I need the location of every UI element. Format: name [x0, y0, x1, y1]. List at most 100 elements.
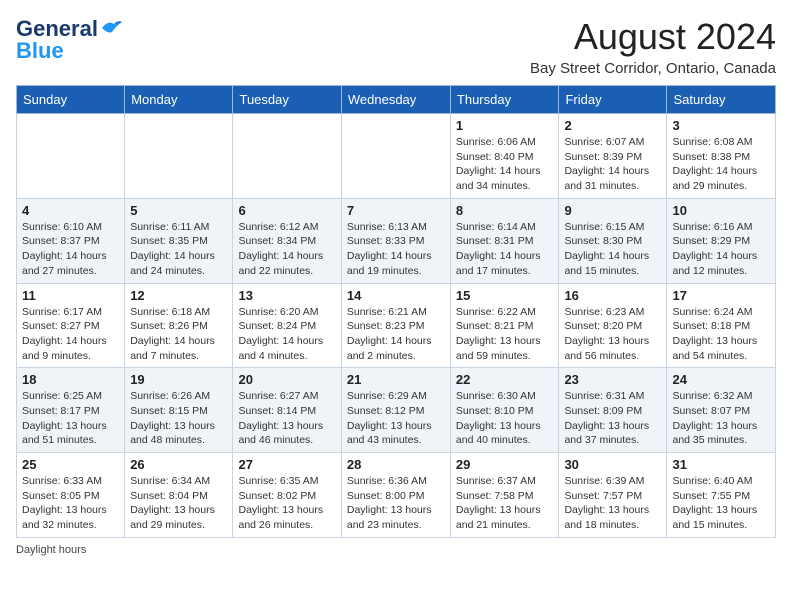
day-number: 19: [130, 372, 227, 387]
day-info: Sunrise: 6:24 AM Sunset: 8:18 PM Dayligh…: [672, 305, 770, 364]
logo-blue-text: Blue: [16, 38, 64, 64]
table-row: 13 Sunrise: 6:20 AM Sunset: 8:24 PM Dayli…: [233, 283, 341, 368]
calendar-title-block: August 2024 Bay Street Corridor, Ontario…: [530, 16, 776, 77]
table-row: 16 Sunrise: 6:23 AM Sunset: 8:20 PM Dayli…: [559, 283, 667, 368]
table-row: 15 Sunrise: 6:22 AM Sunset: 8:21 PM Dayli…: [450, 283, 559, 368]
col-monday: Monday: [125, 86, 233, 114]
day-info: Sunrise: 6:29 AM Sunset: 8:12 PM Dayligh…: [347, 389, 445, 448]
table-row: 24 Sunrise: 6:32 AM Sunset: 8:07 PM Dayli…: [667, 368, 776, 453]
day-number: 24: [672, 372, 770, 387]
table-row: 21Sunrise: 6:29 AM Sunset: 8:12 PM Dayli…: [341, 368, 450, 453]
day-info: Sunrise: 6:33 AM Sunset: 8:05 PM Dayligh…: [22, 474, 119, 533]
calendar-table: Sunday Monday Tuesday Wednesday Thursday…: [16, 85, 776, 538]
day-info: Sunrise: 6:25 AM Sunset: 8:17 PM Dayligh…: [22, 389, 119, 448]
table-row: 7Sunrise: 6:13 AM Sunset: 8:33 PM Daylig…: [341, 198, 450, 283]
day-number: 31: [672, 457, 770, 472]
day-info: Sunrise: 6:37 AM Sunset: 7:58 PM Dayligh…: [456, 474, 554, 533]
table-row: 2 Sunrise: 6:07 AM Sunset: 8:39 PM Daylig…: [559, 114, 667, 199]
table-row: [125, 114, 233, 199]
day-number: 25: [22, 457, 119, 472]
day-number: 7: [347, 203, 445, 218]
day-number: 5: [130, 203, 227, 218]
table-row: 18 Sunrise: 6:25 AM Sunset: 8:17 PM Dayli…: [17, 368, 125, 453]
day-info: Sunrise: 6:26 AM Sunset: 8:15 PM Dayligh…: [130, 389, 227, 448]
day-info: Sunrise: 6:35 AM Sunset: 8:02 PM Dayligh…: [238, 474, 335, 533]
table-row: 3 Sunrise: 6:08 AM Sunset: 8:38 PM Daylig…: [667, 114, 776, 199]
day-number: 14: [347, 288, 445, 303]
day-info: Sunrise: 6:07 AM Sunset: 8:39 PM Dayligh…: [564, 135, 661, 194]
page-header: General Blue August 2024 Bay Street Corr…: [16, 16, 776, 77]
day-number: 8: [456, 203, 554, 218]
table-row: 1 Sunrise: 6:06 AM Sunset: 8:40 PM Daylig…: [450, 114, 559, 199]
table-row: 25 Sunrise: 6:33 AM Sunset: 8:05 PM Dayli…: [17, 453, 125, 538]
day-info: Sunrise: 6:31 AM Sunset: 8:09 PM Dayligh…: [564, 389, 661, 448]
day-info: Sunrise: 6:30 AM Sunset: 8:10 PM Dayligh…: [456, 389, 554, 448]
day-info: Sunrise: 6:12 AM Sunset: 8:34 PM Dayligh…: [238, 220, 335, 279]
table-row: 20 Sunrise: 6:27 AM Sunset: 8:14 PM Dayli…: [233, 368, 341, 453]
day-info: Sunrise: 6:32 AM Sunset: 8:07 PM Dayligh…: [672, 389, 770, 448]
table-row: 30 Sunrise: 6:39 AM Sunset: 7:57 PM Dayli…: [559, 453, 667, 538]
day-info: Sunrise: 6:22 AM Sunset: 8:21 PM Dayligh…: [456, 305, 554, 364]
calendar-subtitle: Bay Street Corridor, Ontario, Canada: [530, 60, 776, 77]
day-number: 6: [238, 203, 335, 218]
day-number: 22: [456, 372, 554, 387]
table-row: 9Sunrise: 6:15 AM Sunset: 8:30 PM Daylig…: [559, 198, 667, 283]
day-number: 27: [238, 457, 335, 472]
table-row: 8Sunrise: 6:14 AM Sunset: 8:31 PM Daylig…: [450, 198, 559, 283]
day-number: 10: [672, 203, 770, 218]
table-row: 29 Sunrise: 6:37 AM Sunset: 7:58 PM Dayli…: [450, 453, 559, 538]
week-row-2: 4Sunrise: 6:10 AM Sunset: 8:37 PM Daylig…: [17, 198, 776, 283]
day-number: 3: [672, 118, 770, 133]
table-row: 27 Sunrise: 6:35 AM Sunset: 8:02 PM Dayli…: [233, 453, 341, 538]
table-row: [233, 114, 341, 199]
table-row: 23 Sunrise: 6:31 AM Sunset: 8:09 PM Dayli…: [559, 368, 667, 453]
table-row: 5 Sunrise: 6:11 AM Sunset: 8:35 PM Daylig…: [125, 198, 233, 283]
day-number: 18: [22, 372, 119, 387]
day-info: Sunrise: 6:15 AM Sunset: 8:30 PM Dayligh…: [564, 220, 661, 279]
day-info: Sunrise: 6:27 AM Sunset: 8:14 PM Dayligh…: [238, 389, 335, 448]
table-row: 6 Sunrise: 6:12 AM Sunset: 8:34 PM Daylig…: [233, 198, 341, 283]
day-info: Sunrise: 6:10 AM Sunset: 8:37 PM Dayligh…: [22, 220, 119, 279]
week-row-5: 25 Sunrise: 6:33 AM Sunset: 8:05 PM Dayli…: [17, 453, 776, 538]
day-info: Sunrise: 6:11 AM Sunset: 8:35 PM Dayligh…: [130, 220, 227, 279]
day-number: 16: [564, 288, 661, 303]
day-info: Sunrise: 6:23 AM Sunset: 8:20 PM Dayligh…: [564, 305, 661, 364]
table-row: 28Sunrise: 6:36 AM Sunset: 8:00 PM Dayli…: [341, 453, 450, 538]
col-friday: Friday: [559, 86, 667, 114]
week-row-1: 1 Sunrise: 6:06 AM Sunset: 8:40 PM Daylig…: [17, 114, 776, 199]
table-row: 11 Sunrise: 6:17 AM Sunset: 8:27 PM Dayli…: [17, 283, 125, 368]
calendar-header-row: Sunday Monday Tuesday Wednesday Thursday…: [17, 86, 776, 114]
table-row: 31 Sunrise: 6:40 AM Sunset: 7:55 PM Dayli…: [667, 453, 776, 538]
table-row: 26Sunrise: 6:34 AM Sunset: 8:04 PM Dayli…: [125, 453, 233, 538]
day-number: 13: [238, 288, 335, 303]
day-info: Sunrise: 6:08 AM Sunset: 8:38 PM Dayligh…: [672, 135, 770, 194]
day-number: 23: [564, 372, 661, 387]
week-row-4: 18 Sunrise: 6:25 AM Sunset: 8:17 PM Dayli…: [17, 368, 776, 453]
day-number: 29: [456, 457, 554, 472]
table-row: [17, 114, 125, 199]
day-info: Sunrise: 6:06 AM Sunset: 8:40 PM Dayligh…: [456, 135, 554, 194]
day-info: Sunrise: 6:40 AM Sunset: 7:55 PM Dayligh…: [672, 474, 770, 533]
table-row: 14 Sunrise: 6:21 AM Sunset: 8:23 PM Dayli…: [341, 283, 450, 368]
col-thursday: Thursday: [450, 86, 559, 114]
week-row-3: 11 Sunrise: 6:17 AM Sunset: 8:27 PM Dayli…: [17, 283, 776, 368]
day-info: Sunrise: 6:17 AM Sunset: 8:27 PM Dayligh…: [22, 305, 119, 364]
day-number: 20: [238, 372, 335, 387]
day-number: 30: [564, 457, 661, 472]
day-info: Sunrise: 6:21 AM Sunset: 8:23 PM Dayligh…: [347, 305, 445, 364]
table-row: 12 Sunrise: 6:18 AM Sunset: 8:26 PM Dayli…: [125, 283, 233, 368]
table-row: [341, 114, 450, 199]
day-number: 12: [130, 288, 227, 303]
day-number: 11: [22, 288, 119, 303]
day-number: 1: [456, 118, 554, 133]
day-number: 26: [130, 457, 227, 472]
day-info: Sunrise: 6:16 AM Sunset: 8:29 PM Dayligh…: [672, 220, 770, 279]
day-number: 15: [456, 288, 554, 303]
day-info: Sunrise: 6:18 AM Sunset: 8:26 PM Dayligh…: [130, 305, 227, 364]
day-info: Sunrise: 6:39 AM Sunset: 7:57 PM Dayligh…: [564, 474, 661, 533]
day-info: Sunrise: 6:20 AM Sunset: 8:24 PM Dayligh…: [238, 305, 335, 364]
day-number: 2: [564, 118, 661, 133]
footer-daylight: Daylight hours: [16, 544, 776, 556]
day-number: 28: [347, 457, 445, 472]
calendar-title: August 2024: [530, 16, 776, 58]
